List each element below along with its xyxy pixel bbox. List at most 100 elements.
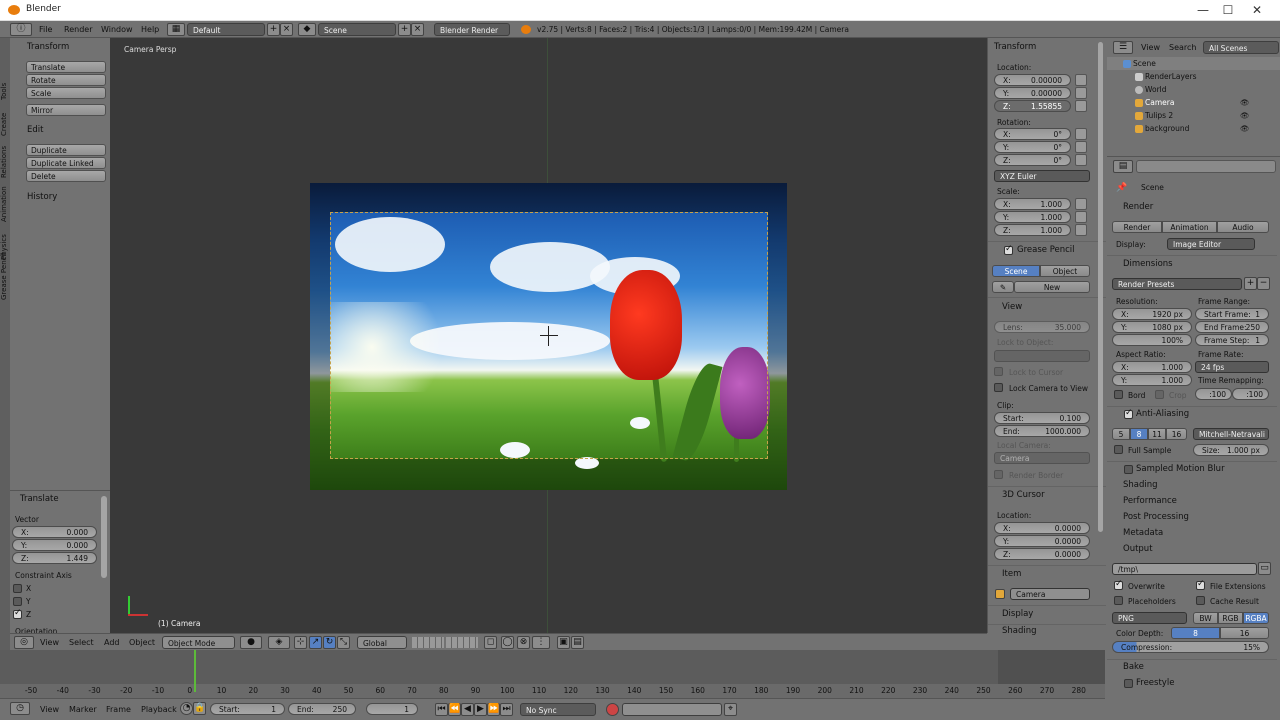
vector-z-field[interactable]: Z: 1.449 [12,552,97,564]
camera-visibility-icon[interactable]: 👁 [1240,96,1250,109]
lock-location-y-icon[interactable] [1075,87,1087,99]
view-menu[interactable]: View [40,638,59,647]
color-rgb[interactable]: RGB [1218,612,1243,624]
viewport-shading-icon[interactable]: ● [240,636,262,649]
aspect-y-field[interactable]: Y: 1.000 [1112,374,1192,386]
color-depth-16[interactable]: 16 [1220,627,1269,639]
outliner-row-scene[interactable]: Scene [1107,57,1280,70]
jump-start-icon[interactable]: ⏮ [435,703,448,716]
cursor-x-field[interactable]: X: 0.0000 [994,522,1090,534]
timeline-editor-icon[interactable]: ◷ [10,702,30,715]
keying-set-field[interactable] [622,703,722,716]
3d-cursor-header[interactable]: 3D Cursor [1002,490,1045,500]
layer-lock-icon[interactable]: ◻ [484,636,497,649]
rotate-button[interactable]: Rotate [26,74,106,86]
proportional-edit-icon[interactable]: ◯ [501,636,514,649]
outliner-row-camera[interactable]: Camera 👁 [1107,96,1280,109]
lock-rotation-z-icon[interactable] [1075,154,1087,166]
resolution-y-field[interactable]: Y: 1080 px [1112,321,1192,333]
file-browse-icon[interactable]: ▭ [1258,562,1271,575]
output-path-field[interactable]: /tmp\ [1112,563,1257,575]
properties-editor-icon[interactable]: ▤ [1113,160,1133,173]
aa-samples-16[interactable]: 16 [1166,428,1187,440]
frame-step-field[interactable]: Frame Step: 1 [1195,334,1269,346]
record-icon[interactable] [606,703,619,716]
placeholders-checkbox[interactable] [1114,596,1123,605]
translate-button[interactable]: Translate [26,61,106,73]
display-dropdown[interactable]: Image Editor [1167,238,1255,250]
remove-screen-icon[interactable]: × [280,23,293,36]
full-sample-checkbox[interactable] [1114,445,1123,454]
render-panel-header[interactable]: Render [1123,202,1153,212]
tab-animation[interactable]: Animation [0,186,8,222]
lock-camera-checkbox[interactable] [994,383,1003,392]
operator-header[interactable]: Translate [20,494,59,504]
rotation-x-field[interactable]: X: 0° [994,128,1071,140]
render-anim-icon[interactable]: ▤ [571,636,584,649]
view3d-editor-icon[interactable]: ◎ [14,636,34,649]
color-bw[interactable]: BW [1193,612,1218,624]
outliner-row-world[interactable]: World [1107,83,1280,96]
motion-blur-header[interactable]: Sampled Motion Blur [1136,464,1225,474]
bake-header[interactable]: Bake [1123,662,1144,672]
mode-dropdown[interactable]: Object Mode [162,636,235,649]
clip-start-field[interactable]: Start: 0.100 [994,412,1090,424]
aa-samples-5[interactable]: 5 [1112,428,1130,440]
color-depth-8[interactable]: 8 [1171,627,1220,639]
lock-range-icon[interactable]: 🔒 [193,702,206,715]
outliner-row-tulips[interactable]: Tulips 2 👁 [1107,109,1280,122]
rotation-z-field[interactable]: Z: 0° [994,154,1071,166]
grease-pencil-checkbox[interactable] [1004,244,1013,255]
cache-result-checkbox[interactable] [1196,596,1205,605]
scene-icon[interactable]: ◆ [298,23,316,36]
file-format-dropdown[interactable]: PNG [1112,612,1187,624]
snap-element-icon[interactable]: ⋮ [532,636,550,649]
tab-grease-pencil[interactable]: Grease Pencil [0,253,8,300]
n-panel-scrollbar[interactable] [1098,42,1103,532]
anti-aliasing-header[interactable]: Anti-Aliasing [1136,409,1189,419]
rotation-y-field[interactable]: Y: 0° [994,141,1071,153]
play-icon[interactable]: ▶ [474,703,487,716]
rotation-mode-dropdown[interactable]: XYZ Euler [994,170,1090,182]
mirror-button[interactable]: Mirror [26,104,106,116]
pin-icon[interactable]: 📌 [1116,183,1127,193]
constraint-z-checkbox[interactable] [13,608,22,619]
frame-rate-dropdown[interactable]: 24 fps [1195,361,1269,373]
outliner-menu-search[interactable]: Search [1169,43,1196,52]
screen-layout-field[interactable]: Default [187,23,265,36]
layers-2-icon[interactable] [446,637,478,648]
constraint-y-checkbox[interactable] [13,597,22,606]
rotate-manip-icon[interactable]: ↻ [323,636,336,649]
select-menu[interactable]: Select [69,638,94,647]
tab-create[interactable]: Create [0,113,8,136]
location-x-field[interactable]: X: 0.00000 [994,74,1071,86]
add-menu[interactable]: Add [104,638,120,647]
start-frame-timeline[interactable]: Start: 1 [210,703,285,715]
end-frame-field[interactable]: End Frame: 250 [1195,321,1269,333]
vector-x-field[interactable]: X: 0.000 [12,526,97,538]
anti-aliasing-checkbox[interactable] [1124,408,1133,419]
lock-scale-z-icon[interactable] [1075,224,1087,236]
tab-relations[interactable]: Relations [0,146,8,178]
frame-menu[interactable]: Frame [106,705,131,714]
menu-render[interactable]: Render [64,25,92,34]
clip-end-field[interactable]: End: 1000.000 [994,425,1090,437]
jump-end-icon[interactable]: ⏭ [500,703,513,716]
compression-slider[interactable]: Compression: 15% [1112,641,1269,653]
outliner-editor-icon[interactable]: ☰ [1113,41,1133,54]
lock-rotation-x-icon[interactable] [1075,128,1087,140]
pivot-icon[interactable]: ◈ [268,636,290,649]
edit-panel-header[interactable]: Edit [27,125,43,135]
object-menu[interactable]: Object [129,638,155,647]
render-engine-dropdown[interactable]: Blender Render [434,23,510,36]
display-header[interactable]: Display [1002,609,1033,619]
prev-key-icon[interactable]: ⏪ [448,703,461,716]
gp-new-button[interactable]: New [1014,281,1090,293]
gp-pencil-icon[interactable]: ✎ [992,281,1014,293]
play-reverse-icon[interactable]: ◀ [461,703,474,716]
start-frame-field[interactable]: Start Frame: 1 [1195,308,1269,320]
menu-help[interactable]: Help [141,25,159,34]
gp-object-tab[interactable]: Object [1040,265,1090,277]
remap-old-field[interactable]: :100 [1195,388,1232,400]
scale-y-field[interactable]: Y: 1.000 [994,211,1071,223]
